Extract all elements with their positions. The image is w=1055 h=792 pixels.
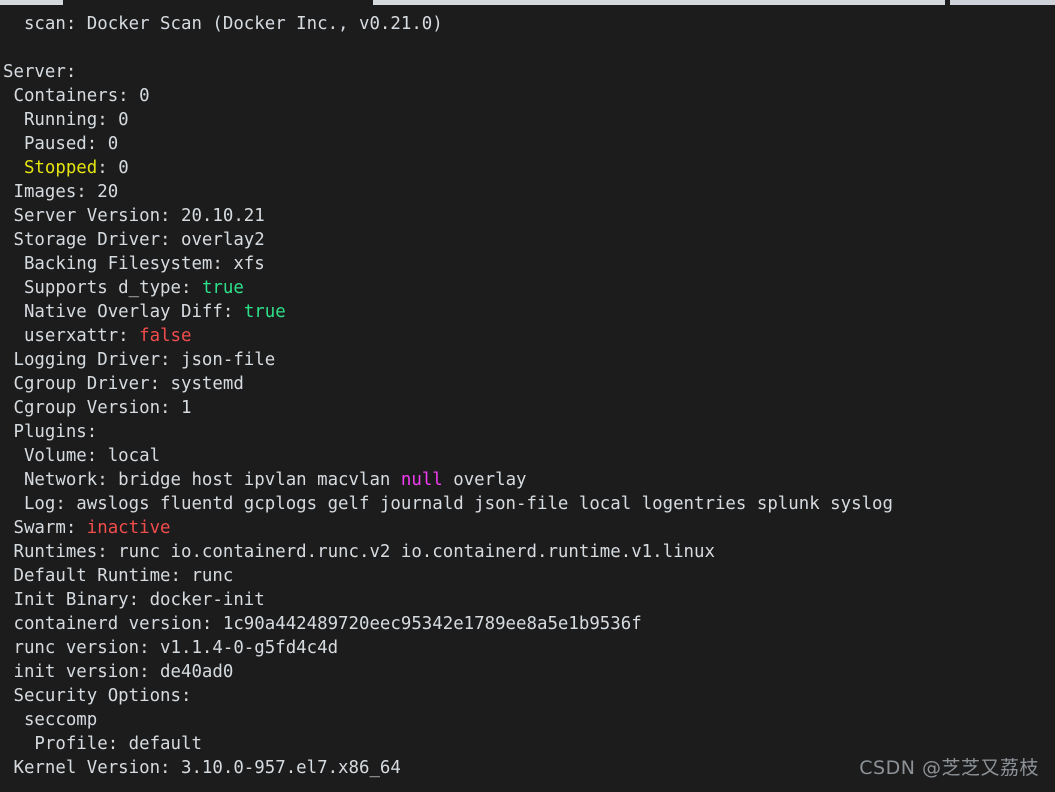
line-images: Images: 20 (3, 180, 1055, 204)
terminal-output[interactable]: scan: Docker Scan (Docker Inc., v0.21.0)… (0, 8, 1055, 792)
tab-edge-right[interactable] (950, 0, 1055, 5)
line-default-runtime: Default Runtime: runc (3, 564, 1055, 588)
line-userxattr: userxattr: false (3, 324, 1055, 348)
line-log: Log: awslogs fluentd gcplogs gelf journa… (3, 492, 1055, 516)
line-volume: Volume: local (3, 444, 1055, 468)
line-plugins: Plugins: (3, 420, 1055, 444)
line-security-options-seg-0: Security Options: (3, 686, 192, 706)
line-init-binary-seg-0: Init Binary: docker-init (3, 590, 265, 610)
line-cgroup-driver: Cgroup Driver: systemd (3, 372, 1055, 396)
line-cgroup-version: Cgroup Version: 1 (3, 396, 1055, 420)
terminal-window[interactable]: scan: Docker Scan (Docker Inc., v0.21.0)… (0, 0, 1055, 792)
line-storage-driver-seg-0: Storage Driver: overlay2 (3, 230, 265, 250)
line-images-seg-0: Images: 20 (3, 182, 119, 202)
line-volume-seg-0: Volume: local (3, 446, 161, 466)
line-kernel-version: Kernel Version: 3.10.0-957.el7.x86_64 (3, 756, 1055, 780)
line-supports-dtype-seg-0: Supports d_type: (3, 278, 202, 298)
line-userxattr-seg-1: false (139, 326, 192, 346)
line-containerd-ver-seg-0: containerd version: 1c90a442489720eec953… (3, 614, 642, 634)
tab-edge-center[interactable] (373, 0, 945, 5)
line-profile-seg-0: Profile: default (3, 734, 202, 754)
line-logging-driver: Logging Driver: json-file (3, 348, 1055, 372)
line-seccomp-seg-0: seccomp (3, 710, 98, 730)
line-native-overlay-seg-0: Native Overlay Diff: (3, 302, 244, 322)
window-tab-strip[interactable] (0, 0, 1055, 8)
line-native-overlay: Native Overlay Diff: true (3, 300, 1055, 324)
line-security-options: Security Options: (3, 684, 1055, 708)
line-network-seg-2: overlay (442, 470, 527, 490)
line-stopped: Stopped: 0 (3, 156, 1055, 180)
line-network: Network: bridge host ipvlan macvlan null… (3, 468, 1055, 492)
line-scan: scan: Docker Scan (Docker Inc., v0.21.0) (3, 12, 1055, 36)
line-paused: Paused: 0 (3, 132, 1055, 156)
line-swarm: Swarm: inactive (3, 516, 1055, 540)
line-supports-dtype-seg-1: true (201, 278, 244, 298)
line-userxattr-seg-0: userxattr: (3, 326, 140, 346)
line-default-runtime-seg-0: Default Runtime: runc (3, 566, 234, 586)
line-containers-seg-0: Containers: 0 (3, 86, 150, 106)
line-backing-fs-seg-0: Backing Filesystem: xfs (3, 254, 265, 274)
line-init-ver-seg-0: init version: de40ad0 (3, 662, 234, 682)
line-runc-ver: runc version: v1.1.4-0-g5fd4c4d (3, 636, 1055, 660)
line-cgroup-driver-seg-0: Cgroup Driver: systemd (3, 374, 244, 394)
line-network-seg-1: null (400, 470, 443, 490)
line-storage-driver: Storage Driver: overlay2 (3, 228, 1055, 252)
line-runc-ver-seg-0: runc version: v1.1.4-0-g5fd4c4d (3, 638, 339, 658)
line-containerd-ver: containerd version: 1c90a442489720eec953… (3, 612, 1055, 636)
line-cgroup-version-seg-0: Cgroup Version: 1 (3, 398, 192, 418)
line-native-overlay-seg-1: true (243, 302, 286, 322)
line-log-seg-0: Log: awslogs fluentd gcplogs gelf journa… (3, 494, 893, 514)
line-plugins-seg-0: Plugins: (3, 422, 98, 442)
line-server: Server: (3, 60, 1055, 84)
tab-edge-left[interactable] (0, 0, 63, 5)
line-init-binary: Init Binary: docker-init (3, 588, 1055, 612)
line-server-version-seg-0: Server Version: 20.10.21 (3, 206, 265, 226)
line-stopped-seg-1: Stopped (23, 158, 98, 178)
line-server-version: Server Version: 20.10.21 (3, 204, 1055, 228)
line-runtimes: Runtimes: runc io.containerd.runc.v2 io.… (3, 540, 1055, 564)
line-scan-seg-0: scan: Docker Scan (Docker Inc., v0.21.0) (3, 14, 443, 34)
line-seccomp: seccomp (3, 708, 1055, 732)
line-stopped-seg-0 (3, 158, 24, 178)
line-runtimes-seg-0: Runtimes: runc io.containerd.runc.v2 io.… (3, 542, 715, 562)
line-swarm-seg-1: inactive (86, 518, 171, 538)
line-backing-fs: Backing Filesystem: xfs (3, 252, 1055, 276)
line-init-ver: init version: de40ad0 (3, 660, 1055, 684)
line-supports-dtype: Supports d_type: true (3, 276, 1055, 300)
line-logging-driver-seg-0: Logging Driver: json-file (3, 350, 276, 370)
line-containers: Containers: 0 (3, 84, 1055, 108)
line-running: Running: 0 (3, 108, 1055, 132)
line-paused-seg-0: Paused: 0 (3, 134, 119, 154)
line-running-seg-0: Running: 0 (3, 110, 129, 130)
line-blank-1 (3, 36, 1055, 60)
line-profile: Profile: default (3, 732, 1055, 756)
line-kernel-version-seg-0: Kernel Version: 3.10.0-957.el7.x86_64 (3, 758, 401, 778)
line-stopped-seg-2: : 0 (97, 158, 129, 178)
line-network-seg-0: Network: bridge host ipvlan macvlan (3, 470, 401, 490)
line-server-seg-0: Server: (3, 62, 77, 82)
line-swarm-seg-0: Swarm: (3, 518, 87, 538)
